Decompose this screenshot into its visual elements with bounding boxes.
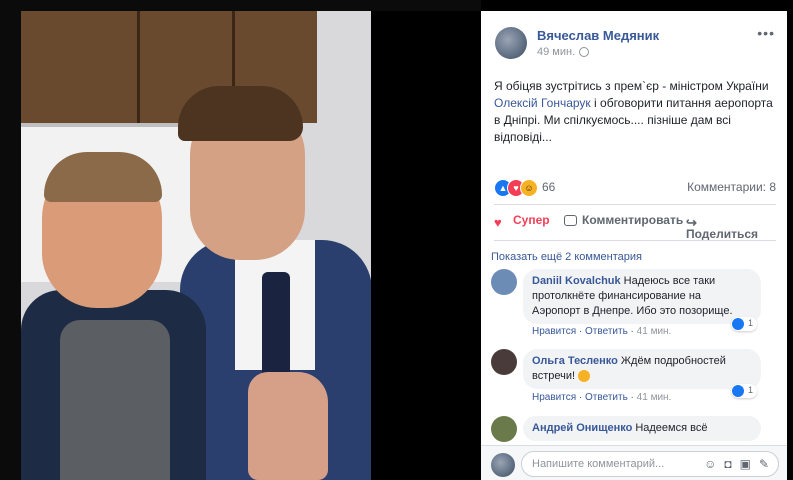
comment-like-count: 1	[748, 385, 754, 395]
reaction-count[interactable]: 66	[542, 180, 555, 194]
commenter-avatar[interactable]	[491, 349, 517, 375]
share-icon: ↪	[686, 214, 697, 230]
divider	[494, 240, 776, 241]
globe-icon	[579, 47, 590, 58]
commenter-name[interactable]: Ольга Тесленко	[532, 355, 618, 367]
author-avatar[interactable]	[495, 27, 527, 59]
photo-thumbs-up-hand	[248, 372, 328, 480]
photo-person-left-shirt	[60, 320, 170, 480]
comment-bubble: Ольга Тесленко Ждём подробностей встречи!	[523, 349, 761, 389]
share-label: Поделиться	[686, 227, 759, 241]
commenter-name[interactable]: Андрей Онищенко	[532, 422, 632, 434]
comment-actions: Нравится · Ответить · 41 мин.	[532, 326, 672, 337]
smile-emoji-icon	[578, 370, 591, 383]
camera-icon[interactable]: ◘	[724, 457, 739, 471]
love-button[interactable]: ♥ Супер	[494, 213, 550, 230]
post-time[interactable]: 49 мин.	[537, 46, 575, 58]
comment-bubble: Андрей Онищенко Надеемся всё	[523, 416, 761, 441]
emoji-icon[interactable]: ☺	[704, 457, 724, 471]
comment-actions: Нравится · Ответить · 41 мин.	[532, 392, 672, 403]
photo-letterbox	[371, 11, 481, 480]
post-photo[interactable]	[0, 0, 481, 480]
love-label: Супер	[513, 213, 550, 227]
photo-person-left-hair	[44, 152, 162, 202]
more-options-icon[interactable]: •••	[757, 25, 775, 41]
commenter-avatar[interactable]	[491, 416, 517, 442]
post-header: Вячеслав Медяник 49 мин. •••	[481, 11, 787, 63]
comment-reply-link[interactable]: Ответить	[585, 392, 628, 403]
comment-bubble: Daniil Kovalchuk Надеюсь все таки протолк…	[523, 269, 761, 324]
divider	[494, 204, 776, 205]
comment-reply-link[interactable]: Ответить	[585, 326, 628, 337]
sticker-icon[interactable]: ✎	[759, 457, 777, 471]
share-button[interactable]: ↪Поделиться	[686, 213, 776, 241]
commenter-name[interactable]: Daniil Kovalchuk	[532, 275, 621, 287]
comment-item: Андрей Онищенко Надеемся всё	[491, 416, 781, 444]
comment-time[interactable]: 41 мин.	[637, 326, 672, 337]
gif-icon[interactable]: ▣	[740, 457, 759, 471]
photo-panel-seam	[137, 11, 140, 123]
post-sidebar: Вячеслав Медяник 49 мин. ••• Я обіцяв зу…	[481, 11, 787, 480]
comment-label: Комментировать	[582, 213, 684, 227]
mention-link[interactable]: Олексій Гончарук	[494, 96, 591, 110]
heart-icon: ♥	[494, 214, 502, 230]
comments-count[interactable]: Комментарии: 8	[687, 180, 776, 194]
comment-like-badge[interactable]: 1	[731, 317, 757, 331]
comment-button[interactable]: Комментировать	[564, 213, 683, 227]
post-timestamp[interactable]: 49 мин.	[537, 46, 590, 58]
current-user-avatar	[491, 453, 515, 477]
composer-icons: ☺◘▣✎	[704, 457, 777, 471]
post-actions: ♥ Супер Комментировать ↪Поделиться	[494, 212, 776, 241]
haha-icon: ☺	[520, 179, 538, 197]
comment-item: Ольга Тесленко Ждём подробностей встречи!…	[491, 349, 781, 409]
comment-like-badge[interactable]: 1	[731, 384, 757, 398]
comment-like-count: 1	[748, 318, 754, 328]
like-icon	[732, 318, 744, 330]
comment-like-link[interactable]: Нравится	[532, 392, 576, 403]
comment-like-link[interactable]: Нравится	[532, 326, 576, 337]
like-icon	[732, 385, 744, 397]
comment-item: Daniil Kovalchuk Надеюсь все таки протолк…	[491, 269, 781, 339]
comment-text: Надеемся всё	[635, 422, 708, 434]
comment-composer: Напишите комментарий... ☺◘▣✎	[481, 445, 787, 480]
reactions-bar[interactable]: ▲ ♥ ☺ 66 Комментарии: 8	[494, 179, 776, 199]
comment-time[interactable]: 41 мин.	[637, 392, 672, 403]
comment-icon	[564, 215, 577, 227]
photo-person-right-hair	[178, 86, 303, 141]
show-more-comments-link[interactable]: Показать ещё 2 комментария	[491, 251, 642, 263]
post-text-part1: Я обіцяв зустрітись з прем`єр - міністро…	[494, 79, 769, 93]
author-name[interactable]: Вячеслав Медяник	[537, 28, 659, 43]
post-text: Я обіцяв зустрітись з прем`єр - міністро…	[494, 78, 774, 146]
commenter-avatar[interactable]	[491, 269, 517, 295]
